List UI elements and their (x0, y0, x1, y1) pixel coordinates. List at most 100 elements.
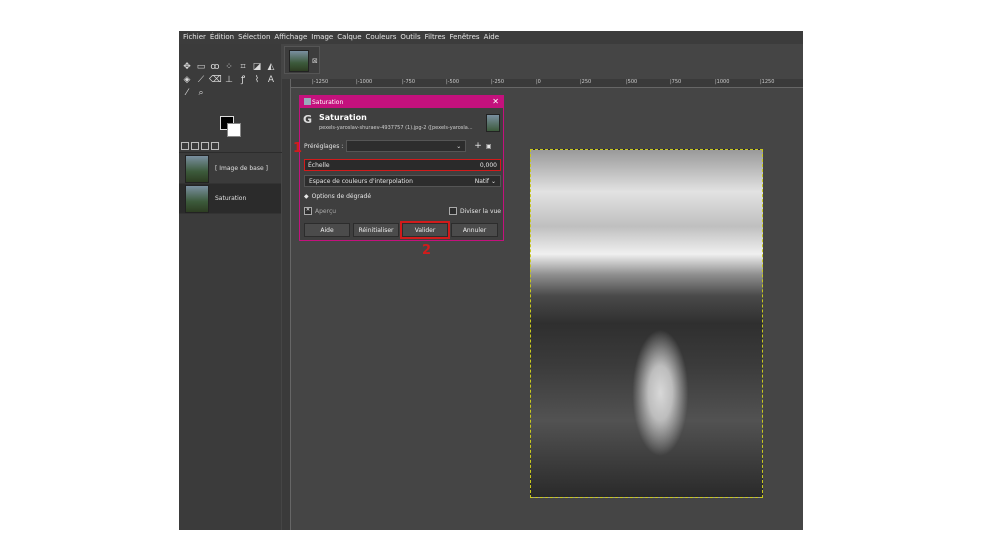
toolbox-panel: ✥ ▭ ꝏ ⁘ ⌗ ◪ ◭ ◈ ⟋ ⌫ ⊥ ꝭ ⌇ A ⁄ ⌕ [Image … (179, 44, 283, 530)
layer-thumbnail (185, 154, 209, 183)
image-tab[interactable]: ⊠ (284, 46, 320, 74)
bucket-fill-icon[interactable]: ◈ (181, 74, 193, 86)
menu-fichier[interactable]: Fichier (183, 31, 206, 44)
menu-outils[interactable]: Outils (400, 31, 420, 44)
menu-image[interactable]: Image (311, 31, 333, 44)
text-tool-icon[interactable]: A (265, 74, 277, 86)
filter-subtitle: pexels-yaroslav-shuraev-4937757 (1).jpg-… (319, 125, 473, 131)
ruler-tick: |500 (626, 79, 638, 85)
image-tab-thumbnail (289, 50, 309, 72)
move-tool-icon[interactable]: ✥ (181, 61, 193, 73)
ruler-tick: |-1000 (356, 79, 373, 85)
close-icon[interactable]: ✕ (492, 97, 499, 106)
menu-affichage[interactable]: Affichage (274, 31, 307, 44)
paintbrush-icon[interactable]: ⟋ (195, 74, 207, 86)
lasso-icon[interactable]: ꝏ (209, 61, 221, 73)
interp-value: Natif (474, 177, 490, 185)
add-preset-icon[interactable]: + (474, 141, 482, 151)
preset-menu-icon[interactable]: ▣ (486, 143, 492, 150)
layer-row[interactable]: [ Image de base ] (179, 154, 281, 184)
layer-name: [ Image de base ] (215, 165, 268, 172)
help-button[interactable]: Aide (304, 223, 350, 237)
layer-thumbnail (185, 184, 209, 213)
interp-combo[interactable]: Espace de couleurs d'interpolation Natif… (304, 175, 501, 187)
cancel-button[interactable]: Annuler (451, 223, 498, 237)
ruler-tick: |-750 (402, 79, 416, 85)
interp-label: Espace de couleurs d'interpolation (309, 177, 413, 185)
canvas-image[interactable] (530, 149, 763, 498)
ruler-tick: |1250 (760, 79, 775, 85)
ruler-tick: |1000 (715, 79, 730, 85)
scale-label: Échelle (308, 161, 330, 169)
color-picker-icon[interactable]: ⁄ (181, 87, 193, 99)
gegl-icon: G (303, 113, 313, 126)
dialog-header: G Saturation pexels-yaroslav-shuraev-493… (300, 109, 503, 135)
presets-row: Préréglages : ⌄ + ▣ (304, 140, 501, 152)
ruler-tick: |750 (670, 79, 682, 85)
dialog-app-icon (304, 98, 311, 105)
channels-tab-icon[interactable] (191, 142, 199, 150)
smudge-icon[interactable]: ꝭ (237, 74, 249, 86)
ruler-tick: |0 (536, 79, 541, 85)
clone-icon[interactable]: ⊥ (223, 74, 235, 86)
split-view-label: Diviser la vue (460, 207, 501, 215)
history-tab-icon[interactable] (211, 142, 219, 150)
fuzzy-select-icon[interactable]: ⁘ (223, 61, 235, 73)
ruler-tick: |-500 (446, 79, 460, 85)
annotation-2: 2 (422, 243, 432, 258)
ruler-tick: |-250 (491, 79, 505, 85)
menu-selection[interactable]: Sélection (238, 31, 270, 44)
annotation-1: 1 (293, 141, 303, 156)
warp-icon[interactable]: ◭ (265, 61, 277, 73)
transform-icon[interactable]: ◪ (251, 61, 263, 73)
interp-row: Espace de couleurs d'interpolation Natif… (304, 175, 501, 187)
dialog-title: Saturation (312, 98, 344, 106)
layers-list: [ Image de base ] Saturation (179, 154, 281, 214)
gimp-window: Fichier Édition Sélection Affichage Imag… (179, 31, 803, 530)
preview-label: Aperçu (315, 207, 337, 215)
zoom-icon[interactable]: ⌕ (195, 87, 207, 99)
split-view-checkbox[interactable] (449, 207, 457, 215)
chevron-down-icon: ⌄ (490, 177, 496, 185)
saturation-dialog: Saturation ✕ G Saturation pexels-yarosla… (299, 95, 504, 241)
dialog-buttons: Aide Réinitialiser Valider Annuler (304, 221, 501, 239)
rect-select-icon[interactable]: ▭ (195, 61, 207, 73)
menu-calque[interactable]: Calque (337, 31, 361, 44)
vertical-ruler (282, 79, 291, 530)
menu-aide[interactable]: Aide (484, 31, 499, 44)
path-icon[interactable]: ⌇ (251, 74, 263, 86)
layer-name: Saturation (215, 195, 247, 202)
drawable-thumbnail (486, 114, 500, 132)
close-tab-icon[interactable]: ⊠ (312, 57, 318, 65)
menu-fenetres[interactable]: Fenêtres (449, 31, 479, 44)
scale-row: Échelle 0,000 (304, 159, 501, 171)
preview-checkbox[interactable]: ✕ (304, 207, 312, 215)
background-color[interactable] (227, 123, 241, 137)
fg-bg-colors[interactable] (220, 116, 242, 138)
menu-filtres[interactable]: Filtres (425, 31, 446, 44)
dialog-titlebar: Saturation ✕ (300, 96, 503, 108)
layers-tab-icon[interactable] (181, 142, 189, 150)
presets-combo[interactable]: ⌄ (346, 140, 467, 152)
chevron-down-icon: ⌄ (456, 142, 462, 150)
filter-name: Saturation (319, 113, 367, 122)
toolbox: ✥ ▭ ꝏ ⁘ ⌗ ◪ ◭ ◈ ⟋ ⌫ ⊥ ꝭ ⌇ A ⁄ ⌕ (181, 60, 279, 99)
reset-button[interactable]: Réinitialiser (353, 223, 399, 237)
ok-button[interactable]: Valider (400, 221, 450, 239)
layer-row[interactable]: Saturation (179, 184, 281, 214)
gradient-options-label[interactable]: Options de dégradé (312, 193, 371, 200)
preview-row: ✕ Aperçu Diviser la vue (304, 207, 501, 215)
ruler-tick: |-1250 (312, 79, 329, 85)
scale-input[interactable]: Échelle 0,000 (304, 159, 501, 171)
horizontal-ruler: |-1250 |-1000 |-750 |-500 |-250 |0 |250 … (290, 79, 803, 88)
crop-icon[interactable]: ⌗ (237, 61, 249, 73)
presets-label: Préréglages : (304, 142, 344, 150)
paths-tab-icon[interactable] (201, 142, 209, 150)
menu-edition[interactable]: Édition (210, 31, 234, 44)
gradient-options-row[interactable]: ◆ Options de dégradé (304, 193, 501, 200)
menu-bar: Fichier Édition Sélection Affichage Imag… (179, 31, 803, 44)
menu-couleurs[interactable]: Couleurs (366, 31, 397, 44)
scale-value[interactable]: 0,000 (480, 162, 497, 169)
expander-icon[interactable]: ◆ (304, 193, 309, 200)
eraser-icon[interactable]: ⌫ (209, 74, 222, 86)
